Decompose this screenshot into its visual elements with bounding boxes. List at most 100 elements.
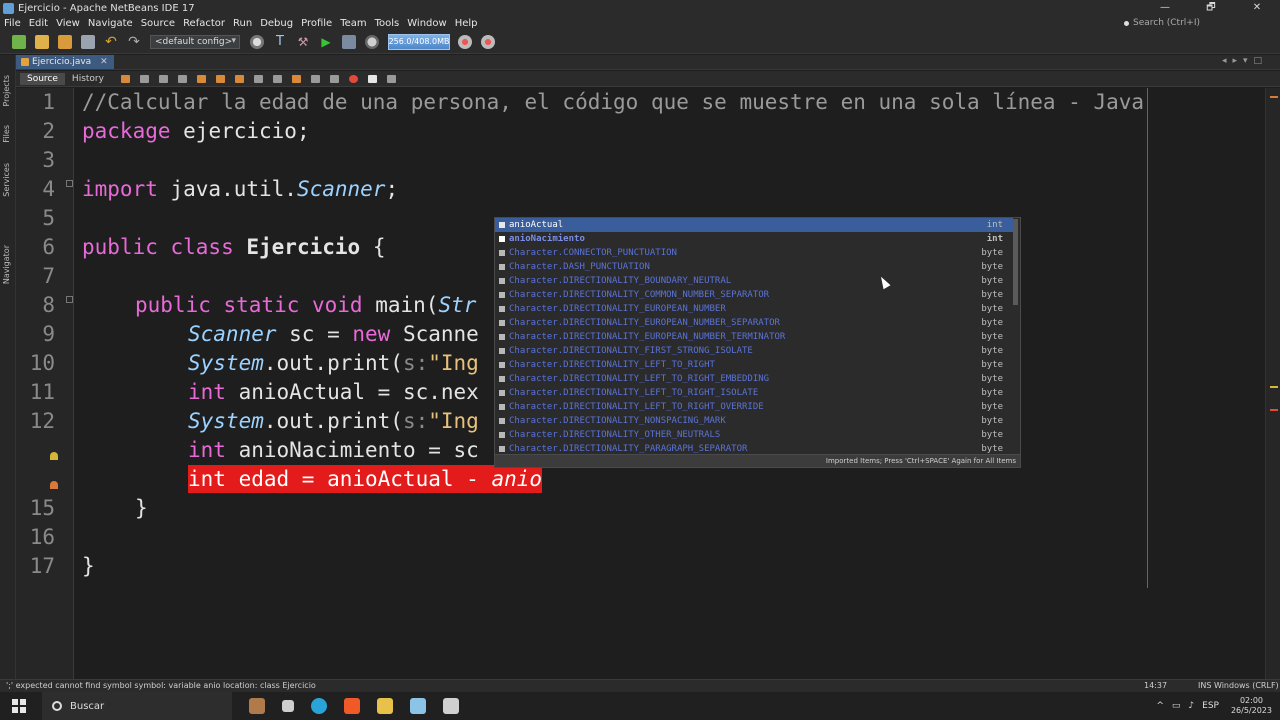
edge-browser-icon[interactable] xyxy=(311,698,327,714)
minimize-button[interactable]: — xyxy=(1142,0,1188,16)
toggle-highlight-icon[interactable] xyxy=(234,74,244,83)
completion-item[interactable]: anioNacimiento int xyxy=(495,232,1013,246)
find-next-icon[interactable] xyxy=(215,74,225,83)
completion-item[interactable]: Character.DIRECTIONALITY_EUROPEAN_NUMBER… xyxy=(495,302,1013,316)
menu-profile[interactable]: Profile xyxy=(301,18,332,29)
caret-position[interactable]: 14:37 xyxy=(1144,680,1167,692)
menu-help[interactable]: Help xyxy=(455,18,478,29)
close-tab-icon[interactable]: ✕ xyxy=(100,57,108,67)
clock[interactable]: 02:00 26/5/2023 xyxy=(1231,696,1272,716)
completion-item[interactable]: Character.DIRECTIONALITY_BOUNDARY_NEUTRA… xyxy=(495,274,1013,288)
error-stripe[interactable] xyxy=(1265,88,1280,679)
quick-search[interactable]: Search (Ctrl+I) xyxy=(1123,16,1200,30)
error-mark[interactable] xyxy=(1270,96,1278,98)
garbage-collect-icon[interactable] xyxy=(458,34,472,49)
shift-left-icon[interactable] xyxy=(310,74,320,83)
open-project-icon[interactable] xyxy=(58,34,72,49)
app-taskbar-icon[interactable] xyxy=(443,698,459,714)
last-edit-icon[interactable] xyxy=(120,74,130,83)
language-indicator[interactable]: ESP xyxy=(1202,701,1219,711)
completion-scrollbar[interactable] xyxy=(1013,219,1018,305)
completion-item[interactable]: Character.DASH_PUNCTUATION byte xyxy=(495,260,1013,274)
undo-icon[interactable]: ↶ xyxy=(104,35,118,49)
fold-toggle-icon[interactable] xyxy=(66,296,73,303)
menu-run[interactable]: Run xyxy=(233,18,252,29)
warning-icon[interactable] xyxy=(50,452,58,460)
projects-panel-tab[interactable]: Projects xyxy=(2,75,11,107)
menu-view[interactable]: View xyxy=(56,18,80,29)
completion-item[interactable]: Character.DIRECTIONALITY_NONSPACING_MARK… xyxy=(495,414,1013,428)
error-mark[interactable] xyxy=(1270,409,1278,411)
previous-bookmark-icon[interactable] xyxy=(272,74,282,83)
file-explorer-icon[interactable] xyxy=(377,698,393,714)
task-view-icon[interactable] xyxy=(282,700,294,712)
next-bookmark-icon[interactable] xyxy=(291,74,301,83)
close-window-button[interactable]: ✕ xyxy=(1234,0,1280,16)
find-previous-icon[interactable] xyxy=(196,74,206,83)
menu-navigate[interactable]: Navigate xyxy=(88,18,133,29)
menu-refactor[interactable]: Refactor xyxy=(183,18,225,29)
restore-button[interactable]: 🗗 xyxy=(1188,0,1234,16)
config-select[interactable]: <default config> xyxy=(150,34,240,49)
find-selection-icon[interactable] xyxy=(177,74,187,83)
browser-icon[interactable] xyxy=(250,34,264,49)
line-number: 8 xyxy=(42,293,55,317)
new-project-icon[interactable] xyxy=(35,34,49,49)
completion-item[interactable]: Character.DIRECTIONALITY_FIRST_STRONG_IS… xyxy=(495,344,1013,358)
back-icon[interactable] xyxy=(139,74,149,83)
navigator-panel-tab[interactable]: Navigator xyxy=(2,245,11,284)
menu-edit[interactable]: Edit xyxy=(29,18,48,29)
start-macro-icon[interactable] xyxy=(348,74,358,83)
completion-item[interactable]: Character.DIRECTIONALITY_COMMON_NUMBER_S… xyxy=(495,288,1013,302)
code-text: Scanne xyxy=(390,322,479,346)
profile-icon[interactable] xyxy=(365,34,379,49)
taskbar-widget-icon[interactable] xyxy=(249,698,265,714)
shift-right-icon[interactable] xyxy=(329,74,339,83)
comment-icon[interactable] xyxy=(386,74,396,83)
completion-item[interactable]: Character.DIRECTIONALITY_LEFT_TO_RIGHT by… xyxy=(495,358,1013,372)
brave-browser-icon[interactable] xyxy=(344,698,360,714)
history-view-button[interactable]: History xyxy=(65,73,111,85)
menu-team[interactable]: Team xyxy=(340,18,366,29)
tab-navigation-icons[interactable]: ◂▸▾□ xyxy=(1222,56,1268,66)
pause-io-icon[interactable] xyxy=(481,34,495,49)
run-icon[interactable]: ▶ xyxy=(319,35,333,49)
menu-source[interactable]: Source xyxy=(141,18,175,29)
menu-window[interactable]: Window xyxy=(407,18,446,29)
completion-item[interactable]: Character.DIRECTIONALITY_LEFT_TO_RIGHT_I… xyxy=(495,386,1013,400)
completion-item[interactable]: anioActual int xyxy=(495,218,1013,232)
menu-tools[interactable]: Tools xyxy=(375,18,400,29)
forward-icon[interactable] xyxy=(158,74,168,83)
clean-build-icon[interactable]: ⚒ xyxy=(296,35,310,49)
windows-start-icon[interactable] xyxy=(12,699,26,713)
redo-icon[interactable]: ↷ xyxy=(127,35,141,49)
line-number: 1 xyxy=(42,90,55,114)
tab-ejercicio-java[interactable]: Ejercicio.java ✕ xyxy=(16,55,114,69)
debug-icon[interactable] xyxy=(342,34,356,49)
warning-mark[interactable] xyxy=(1270,386,1278,388)
fold-toggle-icon[interactable] xyxy=(66,180,73,187)
completion-item[interactable]: Character.DIRECTIONALITY_EUROPEAN_NUMBER… xyxy=(495,330,1013,344)
volume-icon[interactable]: ♪ xyxy=(1188,701,1194,711)
completion-item[interactable]: Character.DIRECTIONALITY_EUROPEAN_NUMBER… xyxy=(495,316,1013,330)
error-icon[interactable] xyxy=(50,481,58,489)
services-panel-tab[interactable]: Services xyxy=(2,163,11,197)
completion-item[interactable]: Character.DIRECTIONALITY_OTHER_NEUTRALS b… xyxy=(495,428,1013,442)
completion-item[interactable]: Character.DIRECTIONALITY_LEFT_TO_RIGHT_E… xyxy=(495,372,1013,386)
stop-macro-icon[interactable] xyxy=(367,74,377,83)
menu-file[interactable]: File xyxy=(4,18,21,29)
network-icon[interactable]: ▭ xyxy=(1172,701,1181,711)
toggle-rect-selection-icon[interactable] xyxy=(253,74,263,83)
source-view-button[interactable]: Source xyxy=(20,72,65,85)
netbeans-taskbar-icon[interactable] xyxy=(410,698,426,714)
save-all-icon[interactable] xyxy=(81,34,95,49)
tray-chevron-icon[interactable]: ^ xyxy=(1156,701,1164,711)
completion-item[interactable]: Character.CONNECTOR_PUNCTUATION byte xyxy=(495,246,1013,260)
completion-item[interactable]: Character.DIRECTIONALITY_LEFT_TO_RIGHT_O… xyxy=(495,400,1013,414)
taskbar-search[interactable]: Buscar xyxy=(42,692,232,720)
files-panel-tab[interactable]: Files xyxy=(2,125,11,143)
new-file-icon[interactable] xyxy=(12,34,26,49)
memory-indicator[interactable]: 256.0/408.0MB xyxy=(388,33,450,50)
build-icon[interactable]: T xyxy=(273,34,287,49)
menu-debug[interactable]: Debug xyxy=(260,18,293,29)
